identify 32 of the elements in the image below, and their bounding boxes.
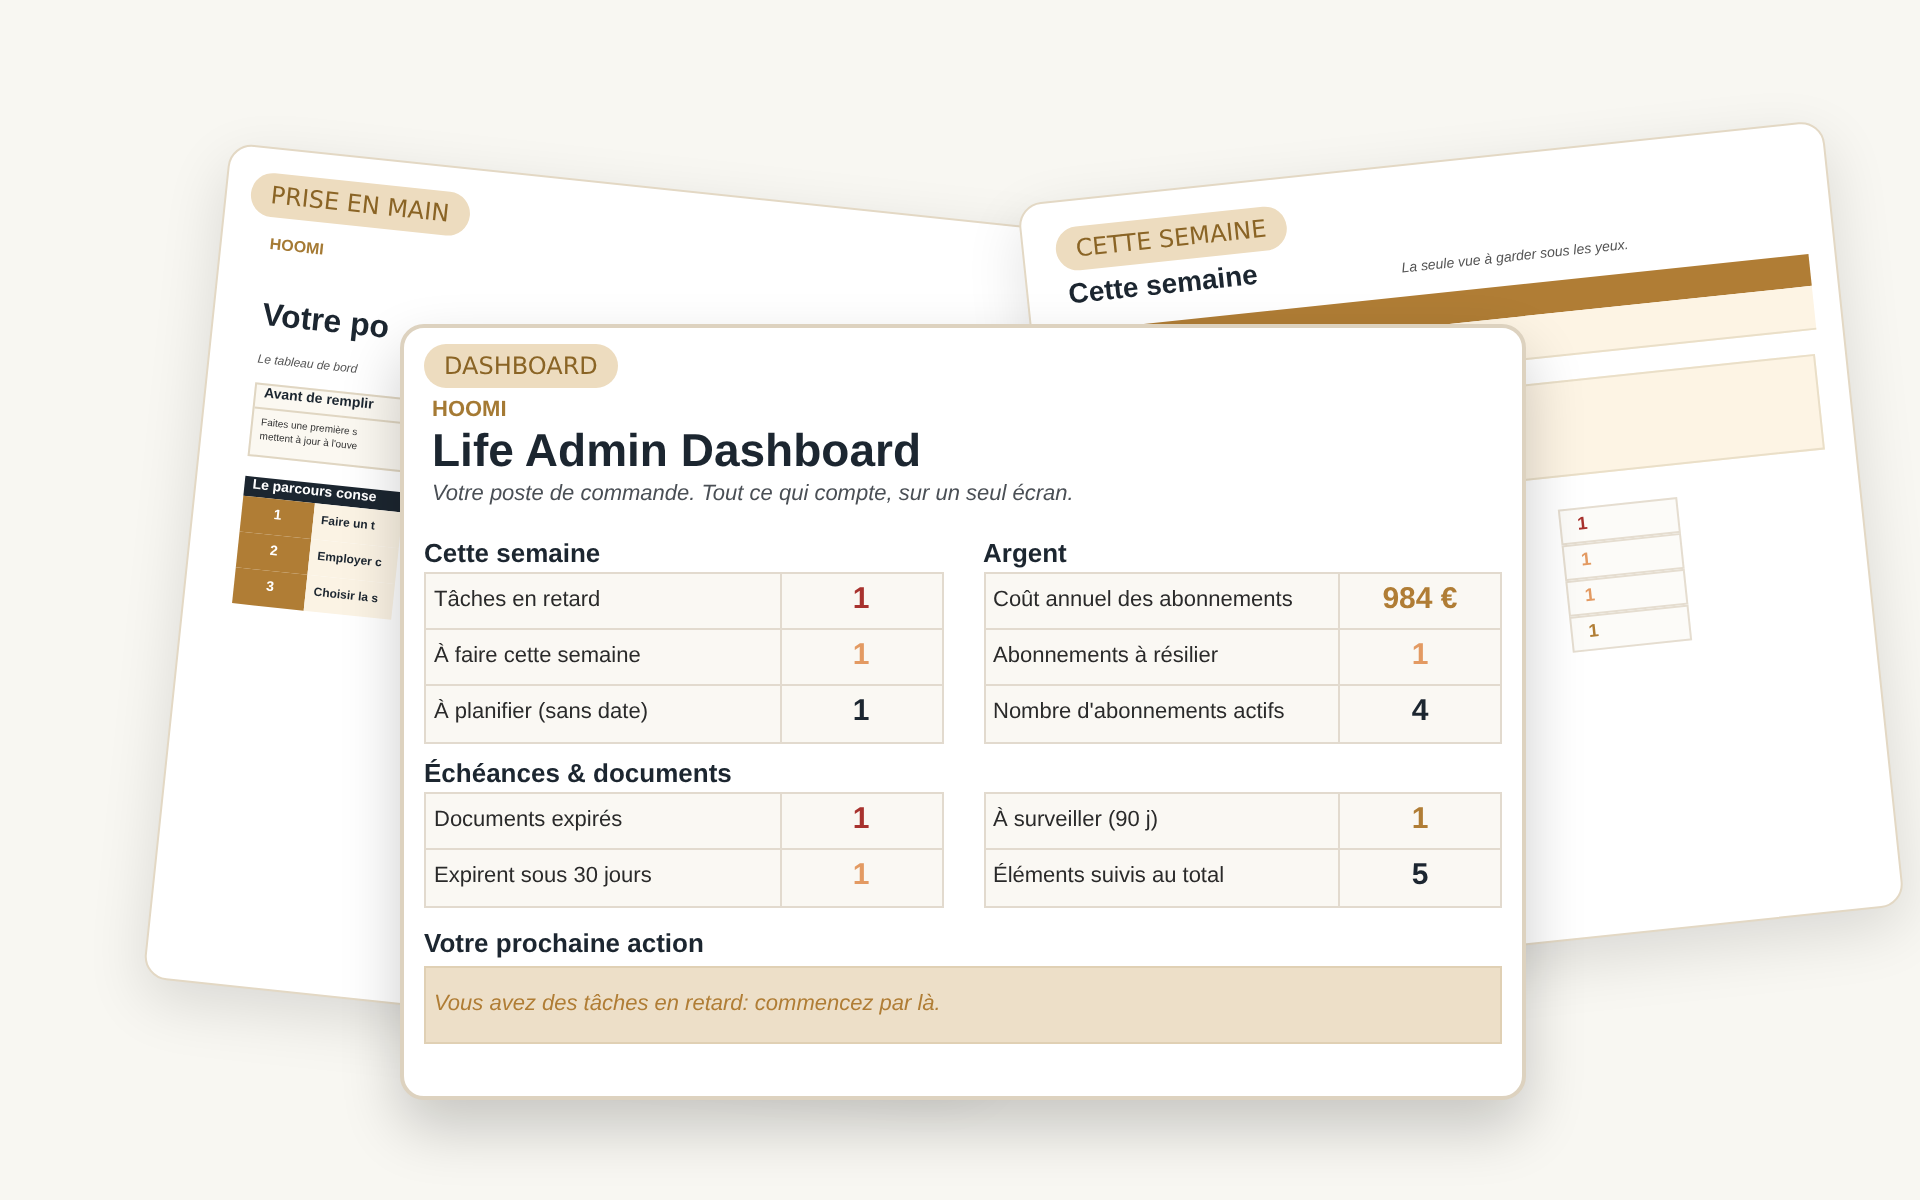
metric-value: 1 [850,579,872,620]
dashboard-title: Life Admin Dashboard [432,422,923,478]
metric-value: 1 [850,856,872,897]
metric-label: Expirent sous 30 jours [426,849,781,905]
metric-label: À surveiller (90 j) [985,793,1340,847]
metric-label: Documents expirés [426,793,781,847]
section-heading: Votre prochaine action [424,925,706,962]
section-heading: Argent [983,535,1069,571]
section-heading: Échéances & documents [424,755,734,791]
metric-value: 4 [1409,692,1431,733]
metric-value: 1 [850,692,872,733]
metric-value: 1 [850,799,872,840]
sheet-title: Votre po [259,296,393,350]
metric-label: Nombre d'abonnements actifs [985,685,1340,741]
metric-label: Éléments suivis au total [985,849,1340,905]
metric-value: 1 [1409,635,1431,676]
section-tag: DASHBOARD [424,344,618,388]
metric-label: À faire cette semaine [426,629,781,683]
section-heading: Cette semaine [424,535,603,571]
metric-value: 1 [1409,799,1431,840]
action-banner: Vous avez des tâches en retard: commencez par là. [424,966,1502,1043]
metric-label: À planifier (sans date) [426,685,781,741]
metric-value: 5 [1409,856,1431,897]
metric-label: Abonnements à résilier [985,629,1340,683]
brand-label: HOOMI [432,400,509,422]
metric-value: 1 [850,635,872,676]
dashboard-subtitle: Votre poste de commande. Tout ce qui compte, sur un seul écran. [432,480,1076,510]
metric-label: Tâches en retard [426,573,781,627]
metric-label: Coût annuel des abonnements [985,573,1340,627]
brand-label: HOOMI [268,233,327,263]
metric-value: 984 € [1380,579,1460,620]
section-tag: PRISE EN MAIN [248,170,472,238]
